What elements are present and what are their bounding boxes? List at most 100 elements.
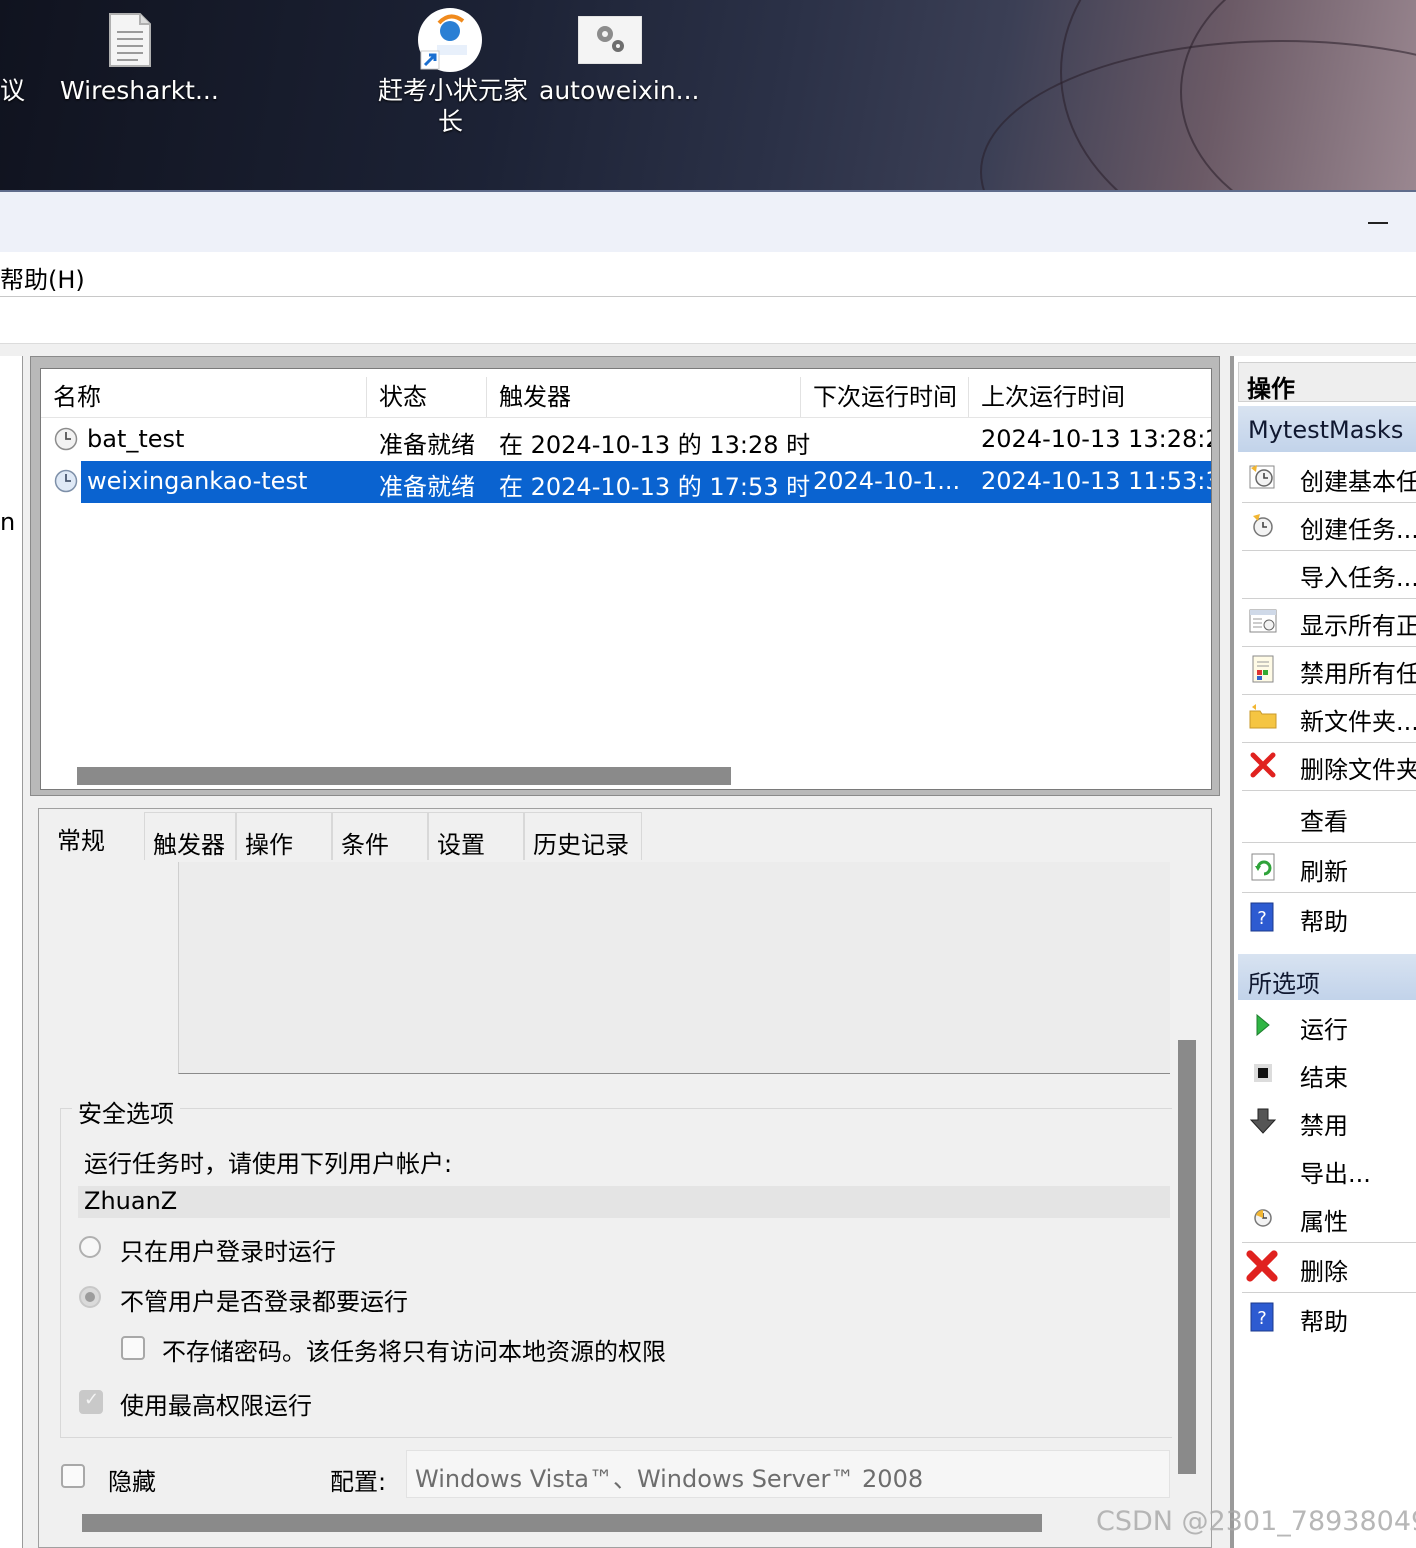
actions-pane: 操作 MytestMasks 创建基本任 创建任务... 导入任务... 显示所 bbox=[1230, 356, 1416, 1548]
action-label: 结束 bbox=[1300, 1064, 1348, 1092]
action-refresh[interactable]: 刷新 bbox=[1242, 844, 1416, 892]
show-running-icon bbox=[1249, 609, 1277, 633]
details-horizontal-scrollbar[interactable] bbox=[82, 1514, 1042, 1532]
disable-history-icon bbox=[1252, 655, 1274, 683]
action-label: 属性 bbox=[1300, 1208, 1348, 1236]
checkbox-hidden[interactable] bbox=[61, 1464, 85, 1488]
svg-text:?: ? bbox=[1257, 908, 1267, 929]
radio-run-only-logged-on-label: 只在用户登录时运行 bbox=[120, 1238, 336, 1266]
action-create-basic-task[interactable]: 创建基本任 bbox=[1242, 454, 1416, 502]
tab-triggers[interactable]: 触发器 bbox=[144, 812, 236, 860]
radio-run-whether-logged-on-label: 不管用户是否登录都要运行 bbox=[120, 1288, 408, 1316]
tab-actions[interactable]: 操作 bbox=[236, 812, 332, 860]
column-header-status[interactable]: 状态 bbox=[367, 377, 487, 417]
task-list-horizontal-scrollbar[interactable] bbox=[77, 767, 731, 785]
action-label: 查看 bbox=[1300, 808, 1348, 836]
divider bbox=[1242, 1292, 1416, 1293]
end-icon bbox=[1254, 1064, 1272, 1082]
tab-conditions[interactable]: 条件 bbox=[332, 812, 428, 860]
action-delete-folder[interactable]: 删除文件夹 bbox=[1242, 742, 1416, 790]
action-view[interactable]: 查看 bbox=[1242, 794, 1416, 842]
actions-pane-title: 操作 bbox=[1238, 362, 1416, 403]
action-label: 禁用 bbox=[1300, 1112, 1348, 1140]
menu-help[interactable]: 帮助(H) bbox=[0, 260, 85, 295]
task-status: 准备就绪 bbox=[379, 431, 475, 459]
action-end[interactable]: 结束 bbox=[1242, 1050, 1416, 1098]
task-row-weixingankao-test[interactable]: weixingankao-test 准备就绪 在 2024-10-13 的 17… bbox=[41, 461, 1211, 503]
tree-item-fragment[interactable]: n bbox=[0, 508, 15, 536]
description-box[interactable] bbox=[178, 862, 1170, 1074]
task-list-header: 名称 状态 触发器 下次运行时间 上次运行时间 bbox=[41, 369, 1211, 418]
tab-general[interactable]: 常规 bbox=[48, 812, 144, 860]
help-icon: ? bbox=[1250, 902, 1274, 932]
radio-run-whether-logged-on[interactable] bbox=[79, 1286, 101, 1308]
action-label: 运行 bbox=[1300, 1016, 1348, 1044]
checkbox-run-highest-privileges[interactable] bbox=[79, 1389, 103, 1414]
task-trigger: 在 2024-10-13 的 13:28 时 bbox=[499, 431, 811, 459]
action-disable-all-history[interactable]: 禁用所有任 bbox=[1242, 646, 1416, 694]
action-properties[interactable]: 属性 bbox=[1242, 1194, 1416, 1242]
task-trigger: 在 2024-10-13 的 17:53 时 bbox=[499, 473, 811, 501]
document-icon bbox=[109, 13, 151, 67]
actions-section-selected-item[interactable]: 所选项 bbox=[1238, 954, 1416, 1000]
watermark: CSDN @2301_78938049 bbox=[1096, 1506, 1416, 1537]
help-icon: ? bbox=[1250, 1302, 1274, 1332]
action-run[interactable]: 运行 bbox=[1242, 1002, 1416, 1050]
action-label: 导入任务... bbox=[1300, 564, 1416, 592]
security-options-title: 安全选项 bbox=[72, 1094, 180, 1129]
desktop-icon-label: 赶考小状元家 bbox=[378, 76, 529, 105]
column-header-next-run[interactable]: 下次运行时间 bbox=[801, 377, 969, 417]
checkbox-do-not-store-password-label: 不存储密码。该任务将只有访问本地资源的权限 bbox=[162, 1338, 666, 1366]
action-label: 删除文件夹 bbox=[1300, 756, 1416, 784]
tab-history[interactable]: 历史记录 bbox=[524, 812, 642, 860]
action-help-selected[interactable]: ? 帮助 bbox=[1242, 1294, 1416, 1342]
task-status: 准备就绪 bbox=[379, 473, 475, 501]
column-header-name[interactable]: 名称 bbox=[41, 377, 367, 417]
action-help[interactable]: ? 帮助 bbox=[1242, 894, 1416, 942]
app-shortcut-icon bbox=[418, 8, 482, 72]
action-new-folder[interactable]: 新文件夹... bbox=[1242, 694, 1416, 742]
desktop-icon-label: 议 bbox=[0, 76, 26, 105]
task-next-run: 2024-10-1... bbox=[813, 467, 961, 495]
action-import-task[interactable]: 导入任务... bbox=[1242, 550, 1416, 598]
action-delete[interactable]: 删除 bbox=[1242, 1244, 1416, 1292]
action-label: 帮助 bbox=[1300, 1308, 1348, 1336]
action-create-task[interactable]: 创建任务... bbox=[1242, 502, 1416, 550]
action-show-running-tasks[interactable]: 显示所有正 bbox=[1242, 598, 1416, 646]
create-task-icon bbox=[1253, 514, 1273, 537]
task-last-run: 2024-10-13 13:28:20 bbox=[981, 425, 1212, 453]
tab-settings[interactable]: 设置 bbox=[428, 812, 524, 860]
task-clock-icon bbox=[54, 469, 78, 493]
disable-icon bbox=[1249, 1108, 1277, 1134]
task-name: weixingankao-test bbox=[87, 467, 308, 495]
desktop-background: 议 Wiresharkt... 赶考小状元家 长 autoweixin... bbox=[0, 0, 1416, 190]
desktop-icon-label: Wiresharkt... bbox=[60, 76, 219, 105]
minimize-button[interactable] bbox=[1368, 212, 1390, 234]
action-label: 刷新 bbox=[1300, 858, 1348, 886]
configure-for-label: 配置: bbox=[330, 1468, 387, 1496]
user-account-field: ZhuanZ bbox=[78, 1186, 1170, 1218]
action-label: 显示所有正 bbox=[1300, 612, 1416, 640]
actions-section-folder[interactable]: MytestMasks bbox=[1238, 406, 1416, 452]
gear-icon bbox=[578, 16, 642, 64]
window-titlebar bbox=[0, 190, 1416, 254]
column-header-trigger[interactable]: 触发器 bbox=[487, 377, 801, 417]
action-disable[interactable]: 禁用 bbox=[1242, 1098, 1416, 1146]
details-vertical-scrollbar[interactable] bbox=[1178, 1040, 1196, 1474]
delete-icon bbox=[1246, 1250, 1278, 1282]
checkbox-do-not-store-password[interactable] bbox=[121, 1336, 145, 1360]
configure-for-select[interactable]: Windows Vista™、Windows Server™ 2008 bbox=[406, 1450, 1170, 1498]
divider bbox=[1242, 1242, 1416, 1243]
checkbox-run-highest-privileges-label: 使用最高权限运行 bbox=[120, 1392, 312, 1420]
column-header-last-run[interactable]: 上次运行时间 bbox=[969, 377, 1211, 417]
desktop-icon-label-line2: 长 bbox=[438, 107, 464, 136]
create-basic-task-icon bbox=[1249, 465, 1275, 489]
divider bbox=[1242, 892, 1416, 893]
radio-run-only-logged-on[interactable] bbox=[79, 1236, 101, 1258]
svg-text:?: ? bbox=[1257, 1308, 1267, 1329]
run-icon bbox=[1256, 1013, 1270, 1037]
action-label: 禁用所有任 bbox=[1300, 660, 1416, 688]
folder-tree-pane: n bbox=[0, 356, 23, 1548]
action-export[interactable]: 导出... bbox=[1242, 1146, 1416, 1194]
task-row-bat-test[interactable]: bat_test 准备就绪 在 2024-10-13 的 13:28 时 202… bbox=[41, 419, 1212, 461]
